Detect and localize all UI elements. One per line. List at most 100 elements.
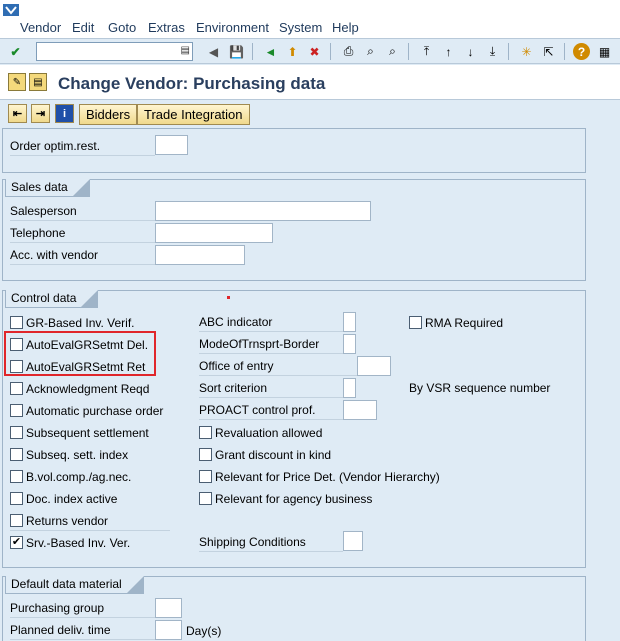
proact-field[interactable] [343,400,377,420]
order-optim-label: Order optim.rest. [10,136,155,156]
acc-with-vendor-field[interactable] [155,245,245,265]
info-icon[interactable]: i [55,104,74,123]
rma-required-label: RMA Required [425,316,504,330]
auto-po-label: Automatic purchase order [26,404,164,418]
sort-criterion-text: By VSR sequence number [409,381,551,395]
previous-page-icon[interactable]: ↑ [440,43,457,60]
highlight-box [4,331,156,376]
mode-transport-label: ModeOfTrnsprt-Border [199,334,343,354]
top-group-box: Order optim.rest. [2,128,586,173]
returns-vendor-label: Returns vendor [26,514,109,528]
menu-extras[interactable]: Extras [148,20,185,35]
divider [10,530,170,531]
menu-help[interactable]: Help [332,20,359,35]
sort-criterion-field[interactable] [343,378,356,398]
ack-reqd-checkbox[interactable] [10,382,23,395]
auto-po-checkbox[interactable] [10,404,23,417]
menu-system[interactable]: System [279,20,322,35]
other-vendor-icon[interactable]: ▤ [29,73,47,91]
bidders-button[interactable]: Bidders [79,104,138,125]
planned-deliv-field[interactable] [155,620,182,640]
sort-criterion-label: Sort criterion [199,378,343,398]
application-toolbar: ⇤ ⇥ i Bidders Trade Integration [0,101,620,127]
menu-edit[interactable]: Edit [72,20,94,35]
sales-data-group: Sales data Salesperson Telephone Acc. wi… [2,179,586,281]
toolbar-separator [330,43,331,60]
returns-vendor-checkbox[interactable] [10,514,23,527]
rma-required-checkbox[interactable] [409,316,422,329]
mode-transport-field[interactable] [343,334,356,354]
find-icon[interactable]: ⌕ [362,43,379,60]
purchasing-group-label: Purchasing group [10,598,155,618]
last-page-icon[interactable]: ⤓ [484,43,501,60]
subseq-index-label: Subseq. sett. index [26,448,129,462]
revaluation-checkbox[interactable] [199,426,212,439]
find-next-icon[interactable]: ⌕ [384,43,401,60]
shortcut-icon[interactable]: ⇱ [540,43,557,60]
create-session-icon[interactable]: ✳ [518,43,535,60]
purchasing-group-field[interactable] [155,598,182,618]
ack-reqd-label: Acknowledgment Reqd [26,382,150,396]
exit-icon[interactable]: ⬆ [284,43,301,60]
days-unit-label: Day(s) [186,624,222,638]
next-page-icon[interactable]: ↓ [462,43,479,60]
shipping-conditions-field[interactable] [343,531,363,551]
subsequent-settlement-checkbox[interactable] [10,426,23,439]
menu-environment[interactable]: Environment [196,20,269,35]
save-icon[interactable]: 💾 [228,43,245,60]
help-icon[interactable]: ? [573,43,590,60]
toolbar-separator [252,43,253,60]
relevant-price-checkbox[interactable] [199,470,212,483]
default-data-title: Default data material [5,576,144,594]
planned-deliv-label: Planned deliv. time [10,620,155,640]
back-icon[interactable]: ◄ [262,43,279,60]
menu-bar: Vendor Edit Goto Extras Environment Syst… [0,0,620,38]
default-data-group: Default data material Purchasing group P… [2,576,586,641]
next-screen-icon[interactable]: ⇥ [31,104,50,123]
gr-based-label: GR-Based Inv. Verif. [26,316,135,330]
grant-discount-checkbox[interactable] [199,448,212,461]
gr-based-checkbox[interactable] [10,316,23,329]
office-of-entry-label: Office of entry [199,356,357,376]
telephone-label: Telephone [10,223,155,243]
trade-integration-button[interactable]: Trade Integration [137,104,250,125]
salesperson-field[interactable] [155,201,371,221]
office-of-entry-field[interactable] [357,356,391,376]
doc-index-checkbox[interactable] [10,492,23,505]
cancel-icon[interactable]: ✖ [306,43,323,60]
previous-screen-icon[interactable]: ⇤ [8,104,27,123]
telephone-field[interactable] [155,223,273,243]
page-title: Change Vendor: Purchasing data [58,74,326,93]
command-history-icon[interactable]: ▤ [181,45,190,56]
srv-based-label: Srv.-Based Inv. Ver. [26,536,131,550]
print-icon[interactable]: ⎙ [340,43,357,60]
display-change-icon[interactable]: ✎ [8,73,26,91]
srv-based-checkbox[interactable]: ✔ [10,536,23,549]
menu-goto[interactable]: Goto [108,20,136,35]
collapse-arrow-icon[interactable]: ◀ [205,43,222,60]
grant-discount-label: Grant discount in kind [215,448,332,462]
proact-label: PROACT control prof. [199,400,343,420]
sap-menu-icon[interactable] [3,4,19,16]
subseq-index-checkbox[interactable] [10,448,23,461]
annotation-dot [227,296,230,299]
revaluation-label: Revaluation allowed [215,426,323,440]
order-optim-field[interactable] [155,135,188,155]
relevant-agency-checkbox[interactable] [199,492,212,505]
layout-menu-icon[interactable]: ▦ [596,43,613,60]
command-field[interactable]: ▤ [36,42,193,61]
toolbar-separator [408,43,409,60]
acc-with-vendor-label: Acc. with vendor [10,245,155,265]
standard-toolbar: ✔ ▤ ◀ 💾 ◄ ⬆ ✖ ⎙ ⌕ ⌕ ⤒ ↑ ↓ ⤓ ✳ ⇱ ? ▦ [0,38,620,64]
doc-index-label: Doc. index active [26,492,118,506]
menu-vendor[interactable]: Vendor [20,20,61,35]
toolbar-separator [564,43,565,60]
relevant-price-label: Relevant for Price Det. (Vendor Hierarch… [215,470,440,484]
bvol-checkbox[interactable] [10,470,23,483]
abc-indicator-label: ABC indicator [199,312,343,332]
enter-check-icon[interactable]: ✔ [7,43,24,60]
abc-indicator-field[interactable] [343,312,356,332]
salesperson-label: Salesperson [10,201,155,221]
control-data-title: Control data [5,290,99,308]
first-page-icon[interactable]: ⤒ [418,43,435,60]
